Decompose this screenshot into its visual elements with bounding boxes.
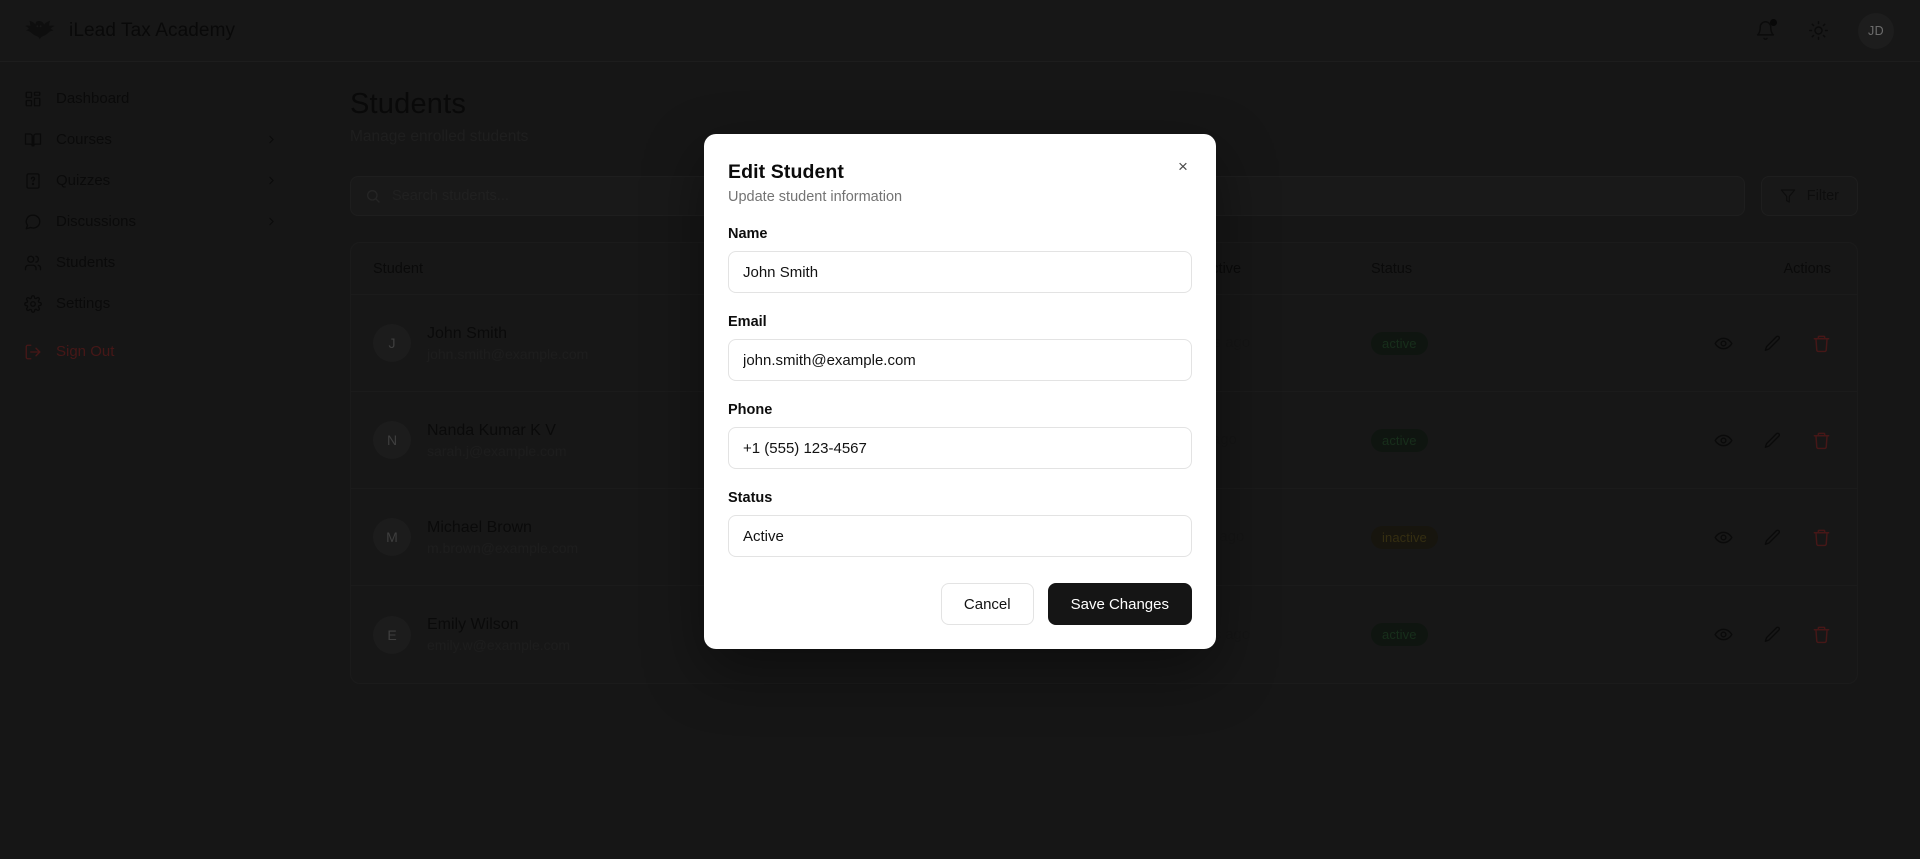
edit-student-modal: × Edit Student Update student informatio… [704, 134, 1216, 649]
name-field-label: Name [728, 226, 768, 242]
status-field-label: Status [728, 490, 773, 506]
modal-subtitle: Update student information [728, 189, 903, 205]
modal-title: Edit Student [728, 161, 845, 183]
phone-field-group: Phone [728, 402, 1192, 469]
save-changes-button[interactable]: Save Changes [1047, 583, 1192, 625]
phone-field-label: Phone [728, 402, 773, 418]
name-input[interactable] [728, 251, 1192, 293]
cancel-button[interactable]: Cancel [940, 583, 1034, 625]
status-select-value: Active [743, 527, 784, 545]
email-field-group: Email [728, 314, 1192, 381]
modal-actions: Cancel Save Changes [728, 583, 1192, 625]
app-root: iLead Tax Academy JD [0, 0, 1920, 859]
name-field-group: Name [728, 226, 1192, 293]
email-field-label: Email [728, 314, 767, 330]
email-input[interactable] [728, 339, 1192, 381]
close-icon[interactable]: × [1172, 155, 1194, 177]
phone-input[interactable] [728, 427, 1192, 469]
status-field-group: Status Active [728, 490, 1192, 557]
status-select[interactable]: Active [728, 515, 1192, 557]
